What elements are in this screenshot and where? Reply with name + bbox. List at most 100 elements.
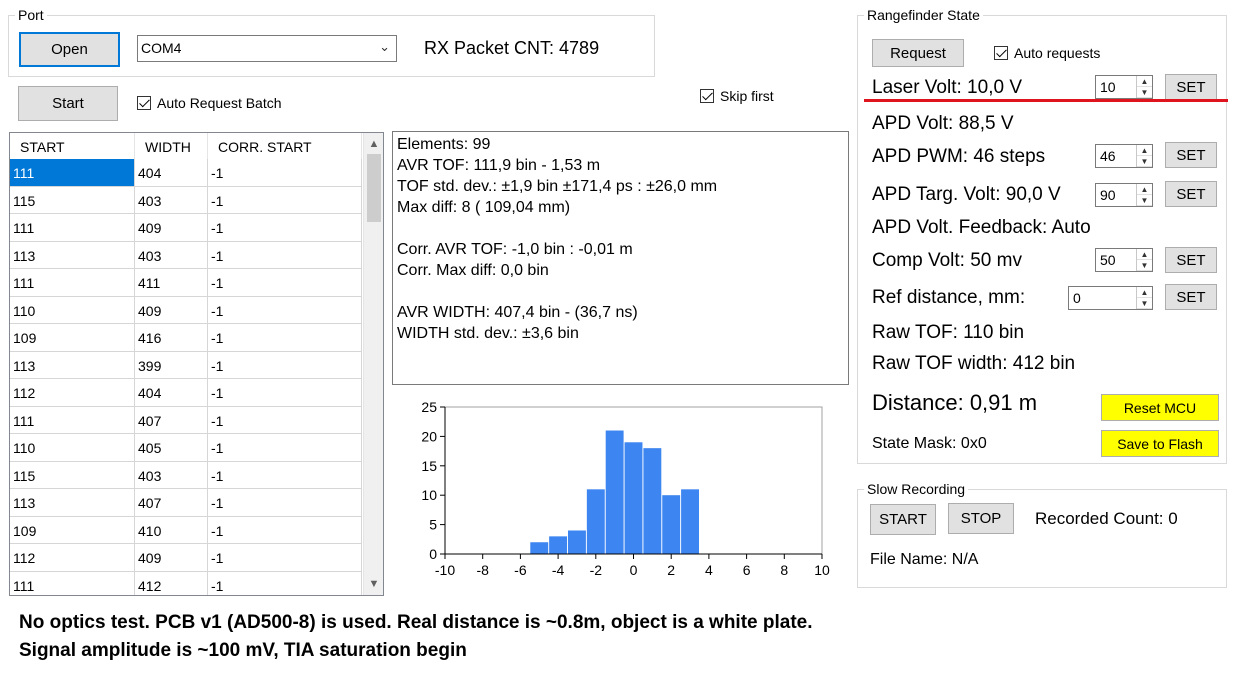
- table-cell[interactable]: 111: [10, 571, 135, 595]
- scroll-down-icon[interactable]: ▼: [364, 575, 383, 593]
- request-button[interactable]: Request: [872, 39, 964, 67]
- column-header-corr-start[interactable]: CORR. START: [208, 133, 362, 159]
- recording-stop-button[interactable]: STOP: [948, 503, 1014, 534]
- table-cell[interactable]: 111: [10, 269, 135, 297]
- comp-volt-set-button[interactable]: SET: [1165, 247, 1217, 273]
- table-cell[interactable]: 407: [135, 489, 208, 517]
- table-cell[interactable]: -1: [208, 296, 362, 324]
- save-to-flash-button[interactable]: Save to Flash: [1101, 430, 1219, 457]
- table-cell[interactable]: -1: [208, 406, 362, 434]
- apd-pwm-set-button[interactable]: SET: [1165, 142, 1217, 168]
- ref-distance-input[interactable]: 0 ▲ ▼: [1068, 286, 1153, 310]
- auto-request-batch-checkbox[interactable]: Auto Request Batch: [137, 95, 282, 111]
- table-cell[interactable]: -1: [208, 159, 362, 187]
- table-cell[interactable]: 410: [135, 516, 208, 544]
- column-header-width[interactable]: WIDTH: [135, 133, 208, 159]
- open-button[interactable]: Open: [19, 32, 120, 67]
- table-cell[interactable]: 113: [10, 351, 135, 379]
- table-cell[interactable]: 111: [10, 406, 135, 434]
- table-cell[interactable]: -1: [208, 544, 362, 572]
- table-cell[interactable]: 113: [10, 241, 135, 269]
- scroll-up-icon[interactable]: ▲: [364, 135, 383, 153]
- table-cell[interactable]: 111: [10, 159, 135, 187]
- statistics-textbox[interactable]: Elements: 99 AVR TOF: 111,9 bin - 1,53 m…: [392, 131, 849, 385]
- ref-distance-set-button[interactable]: SET: [1165, 284, 1217, 310]
- table-cell[interactable]: 115: [10, 186, 135, 214]
- table-cell[interactable]: 405: [135, 434, 208, 462]
- table-scrollbar[interactable]: ▲ ▼: [363, 133, 383, 595]
- table-row[interactable]: 111 412 -1: [10, 571, 362, 595]
- table-row[interactable]: 113 399 -1: [10, 351, 362, 379]
- table-row[interactable]: 111 404 -1: [10, 159, 362, 187]
- table-row[interactable]: 110 409 -1: [10, 296, 362, 324]
- table-row[interactable]: 112 409 -1: [10, 544, 362, 572]
- table-cell[interactable]: 110: [10, 296, 135, 324]
- auto-requests-checkbox[interactable]: Auto requests: [994, 45, 1100, 61]
- table-cell[interactable]: 113: [10, 489, 135, 517]
- laser-volt-set-button[interactable]: SET: [1165, 74, 1217, 100]
- table-row[interactable]: 115 403 -1: [10, 186, 362, 214]
- table-row[interactable]: 109 416 -1: [10, 324, 362, 352]
- table-cell[interactable]: -1: [208, 434, 362, 462]
- table-row[interactable]: 109 410 -1: [10, 516, 362, 544]
- table-cell[interactable]: -1: [208, 489, 362, 517]
- table-row[interactable]: 113 403 -1: [10, 241, 362, 269]
- table-cell[interactable]: 412: [135, 571, 208, 595]
- spinner-arrows-icon[interactable]: ▲ ▼: [1136, 287, 1152, 309]
- table-cell[interactable]: 404: [135, 159, 208, 187]
- table-cell[interactable]: -1: [208, 461, 362, 489]
- spinner-arrows-icon[interactable]: ▲ ▼: [1136, 145, 1152, 167]
- com-port-select[interactable]: COM4 ⌄: [137, 35, 397, 62]
- table-row[interactable]: 111 407 -1: [10, 406, 362, 434]
- spinner-arrows-icon[interactable]: ▲ ▼: [1136, 184, 1152, 206]
- packet-table[interactable]: START WIDTH CORR. START 111 404 -1 115 403 -1…: [9, 132, 384, 596]
- table-cell[interactable]: -1: [208, 214, 362, 242]
- table-cell[interactable]: 409: [135, 544, 208, 572]
- table-cell[interactable]: 110: [10, 434, 135, 462]
- table-row[interactable]: 110 405 -1: [10, 434, 362, 462]
- apd-targ-volt-set-button[interactable]: SET: [1165, 181, 1217, 207]
- table-cell[interactable]: 411: [135, 269, 208, 297]
- spinner-arrows-icon[interactable]: ▲ ▼: [1136, 76, 1152, 98]
- table-cell[interactable]: -1: [208, 186, 362, 214]
- table-cell[interactable]: 403: [135, 186, 208, 214]
- table-cell[interactable]: 115: [10, 461, 135, 489]
- column-header-start[interactable]: START: [10, 133, 135, 159]
- table-cell[interactable]: -1: [208, 351, 362, 379]
- apd-pwm-input[interactable]: 46 ▲ ▼: [1095, 144, 1153, 168]
- table-cell[interactable]: 399: [135, 351, 208, 379]
- comp-volt-input[interactable]: 50 ▲ ▼: [1095, 248, 1153, 272]
- table-cell[interactable]: 112: [10, 544, 135, 572]
- table-cell[interactable]: 403: [135, 461, 208, 489]
- apd-targ-volt-input[interactable]: 90 ▲ ▼: [1095, 183, 1153, 207]
- table-cell[interactable]: 109: [10, 324, 135, 352]
- table-cell[interactable]: -1: [208, 379, 362, 407]
- table-cell[interactable]: 403: [135, 241, 208, 269]
- table-row[interactable]: 113 407 -1: [10, 489, 362, 517]
- table-row[interactable]: 115 403 -1: [10, 461, 362, 489]
- table-cell[interactable]: -1: [208, 241, 362, 269]
- table-cell[interactable]: 409: [135, 296, 208, 324]
- table-cell[interactable]: 111: [10, 214, 135, 242]
- laser-volt-input[interactable]: 10 ▲ ▼: [1095, 75, 1153, 99]
- table-cell[interactable]: -1: [208, 269, 362, 297]
- skip-first-checkbox[interactable]: Skip first: [700, 88, 774, 104]
- start-button[interactable]: Start: [18, 86, 118, 121]
- table-cell[interactable]: 407: [135, 406, 208, 434]
- table-row[interactable]: 111 409 -1: [10, 214, 362, 242]
- spinner-arrows-icon[interactable]: ▲ ▼: [1136, 249, 1152, 271]
- histogram-bar: [681, 489, 700, 554]
- table-cell[interactable]: 109: [10, 516, 135, 544]
- table-cell[interactable]: 112: [10, 379, 135, 407]
- reset-mcu-button[interactable]: Reset MCU: [1101, 394, 1219, 421]
- table-cell[interactable]: 409: [135, 214, 208, 242]
- table-cell[interactable]: 416: [135, 324, 208, 352]
- recording-start-button[interactable]: START: [870, 504, 936, 535]
- scrollbar-thumb[interactable]: [367, 154, 381, 222]
- table-cell[interactable]: 404: [135, 379, 208, 407]
- table-row[interactable]: 111 411 -1: [10, 269, 362, 297]
- table-cell[interactable]: -1: [208, 516, 362, 544]
- table-row[interactable]: 112 404 -1: [10, 379, 362, 407]
- table-cell[interactable]: -1: [208, 571, 362, 595]
- table-cell[interactable]: -1: [208, 324, 362, 352]
